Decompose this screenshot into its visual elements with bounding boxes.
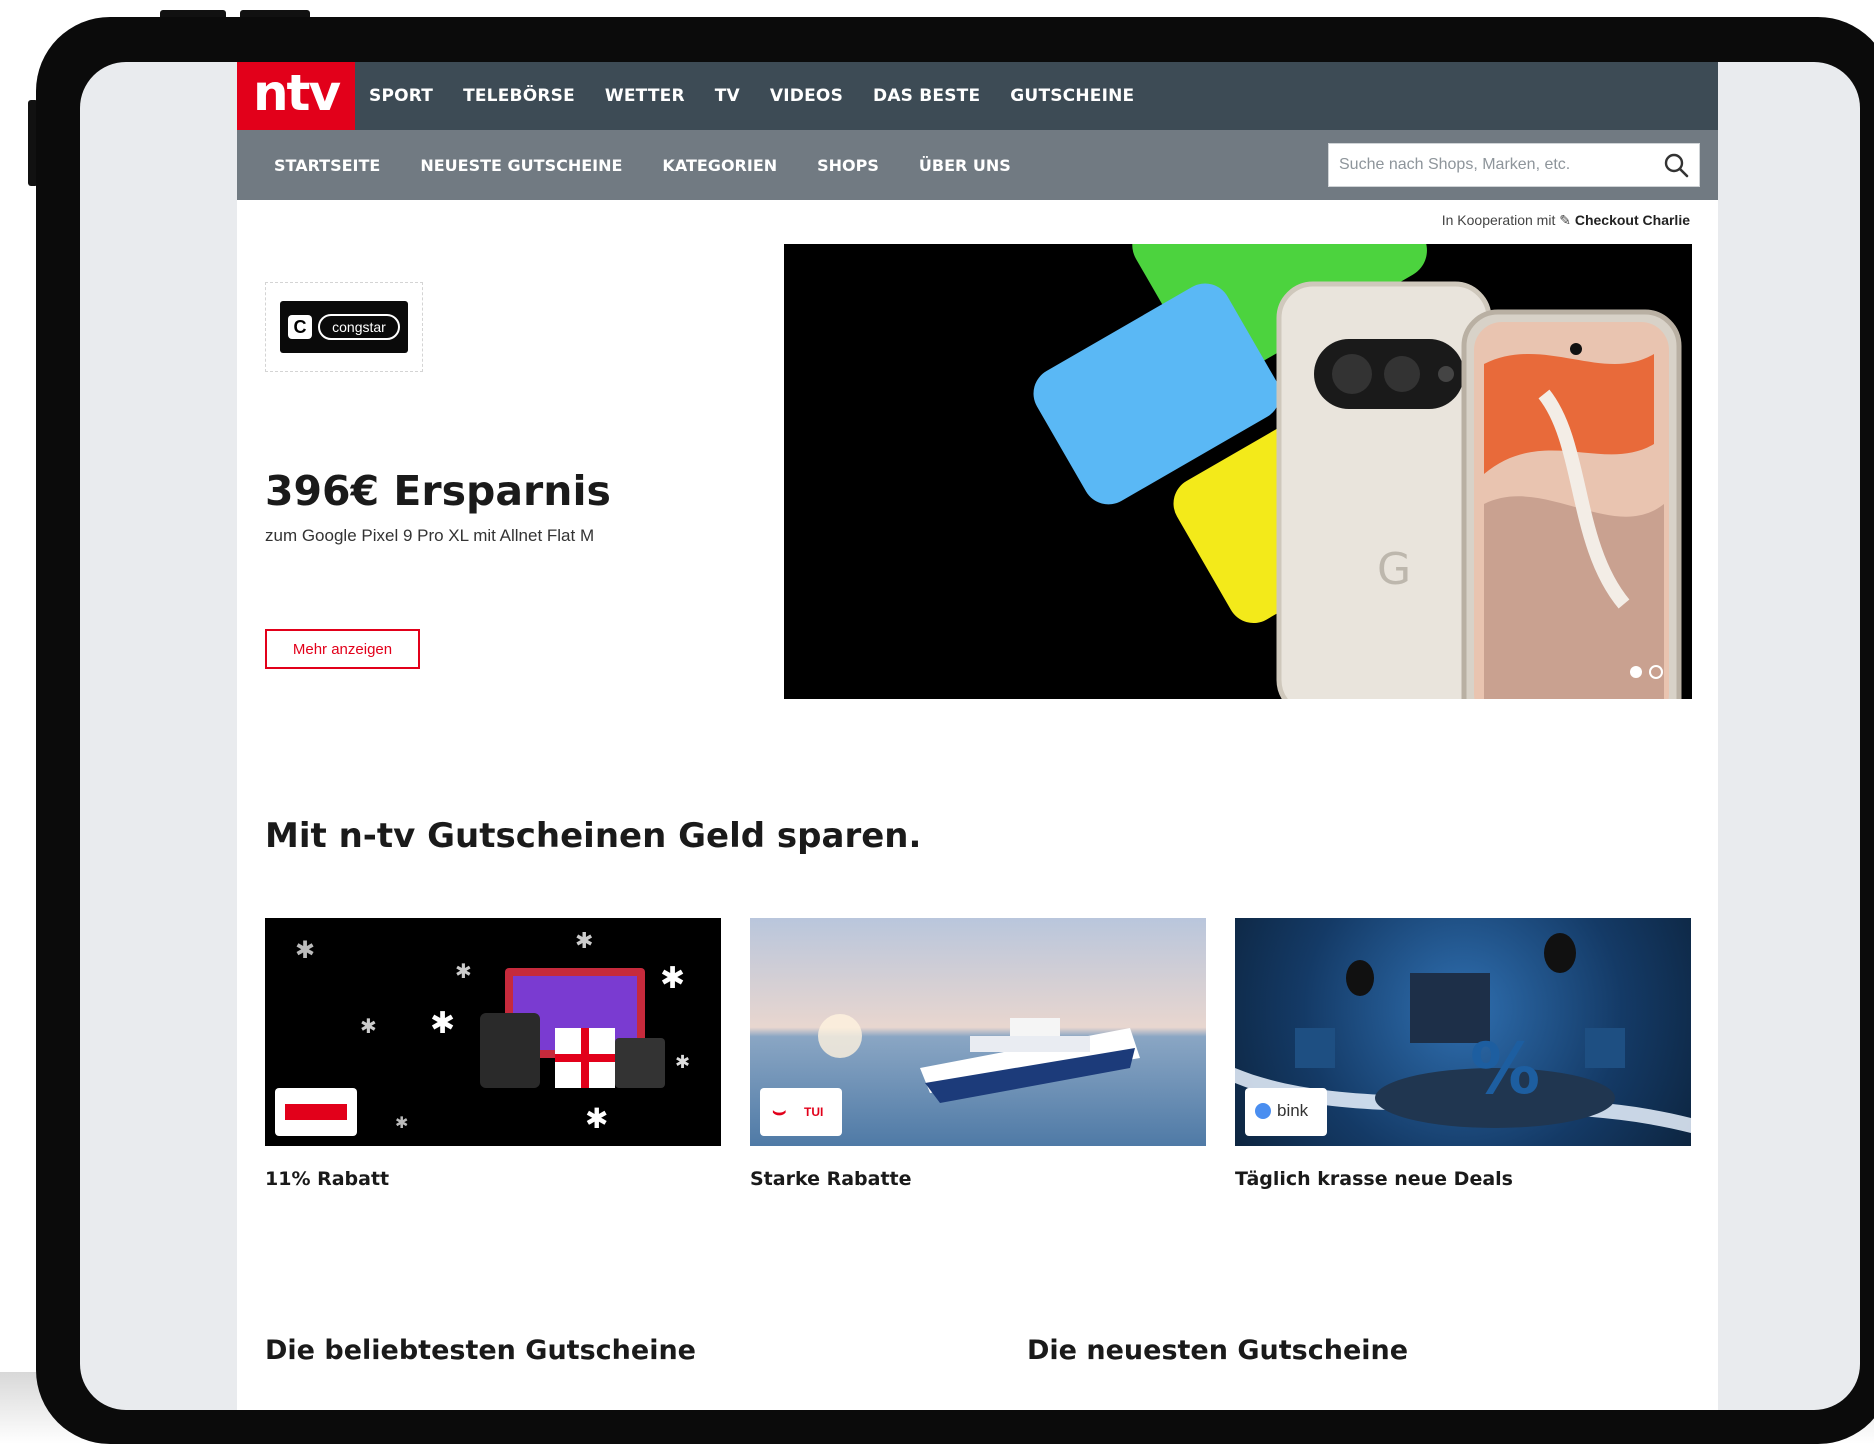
congstar-logo: C congstar — [280, 301, 408, 353]
hero-shop-logo[interactable]: C congstar — [265, 282, 423, 372]
popular-vouchers-heading: Die beliebtesten Gutscheine — [265, 1335, 696, 1366]
bink-logo-text: bink — [1277, 1101, 1309, 1120]
bink-logo-icon — [1255, 1103, 1271, 1119]
carousel-dot-1 — [1630, 666, 1642, 678]
tui-smile-icon: ⌣ — [772, 1098, 787, 1123]
svg-text:✱: ✱ — [675, 1052, 690, 1072]
svg-text:✱: ✱ — [660, 962, 685, 995]
cooperation-prefix: In Kooperation mit — [1441, 212, 1556, 228]
nav-videos[interactable]: VIDEOS — [770, 86, 843, 106]
section-title: Mit n-tv Gutscheinen Geld sparen. — [265, 816, 922, 856]
subnav-shops[interactable]: SHOPS — [817, 156, 879, 175]
deal-label-1: 11% Rabatt — [265, 1168, 390, 1190]
deal-card-1[interactable]: ✱ ✱ ✱ ✱ ✱ ✱ ✱ ✱ ✱ 11% Rabatt — [265, 918, 721, 1190]
subnav-kategorien[interactable]: KATEGORIEN — [662, 156, 777, 175]
web-page: ntv SPORT TELEBÖRSE WETTER TV VIDEOS DAS… — [237, 62, 1718, 1410]
sub-navigation-bar: STARTSEITE NEUESTE GUTSCHEINE KATEGORIEN… — [237, 130, 1718, 200]
tui-logo-text: TUI — [804, 1105, 824, 1119]
nav-gutscheine[interactable]: GUTSCHEINE — [1010, 86, 1134, 106]
top-navigation-bar: ntv SPORT TELEBÖRSE WETTER TV VIDEOS DAS… — [237, 62, 1718, 130]
pixel-phone-illustration: G — [784, 244, 1692, 699]
svg-text:✱: ✱ — [360, 1016, 377, 1038]
deal-label-2: Starke Rabatte — [750, 1168, 912, 1190]
hero-image[interactable]: G — [784, 244, 1692, 699]
svg-text:✱: ✱ — [585, 1103, 608, 1134]
bink-badge: bink — [1245, 1088, 1327, 1136]
svg-text:G: G — [1377, 544, 1411, 595]
hero-title: 396€ Ersparnis — [265, 467, 611, 515]
checkout-charlie-icon: ✎ — [1559, 212, 1571, 228]
cooperation-partner[interactable]: Checkout Charlie — [1575, 212, 1690, 228]
top-nav: SPORT TELEBÖRSE WETTER TV VIDEOS DAS BES… — [369, 62, 1134, 130]
hero-subtitle: zum Google Pixel 9 Pro XL mit Allnet Fla… — [265, 526, 595, 545]
subnav-startseite[interactable]: STARTSEITE — [274, 156, 380, 175]
newest-vouchers-heading: Die neuesten Gutscheine — [1027, 1335, 1409, 1366]
svg-text:✱: ✱ — [430, 1007, 455, 1040]
nav-tv[interactable]: TV — [715, 86, 740, 106]
search-box — [1328, 143, 1700, 187]
nav-das-beste[interactable]: DAS BESTE — [873, 86, 980, 106]
deal-image-2: ⌣ TUI — [750, 918, 1206, 1146]
tui-badge: ⌣ TUI — [760, 1088, 842, 1136]
nav-teleboerse[interactable]: TELEBÖRSE — [463, 86, 575, 106]
deal-image-1: ✱ ✱ ✱ ✱ ✱ ✱ ✱ ✱ ✱ — [265, 918, 721, 1146]
svg-text:✱: ✱ — [455, 961, 472, 983]
subnav-ueber-uns[interactable]: ÜBER UNS — [919, 156, 1011, 175]
svg-text:✱: ✱ — [395, 1115, 408, 1132]
svg-text:%: % — [1470, 1028, 1540, 1110]
cooperation-note: In Kooperation mit ✎ Checkout Charlie — [1442, 212, 1690, 229]
nav-wetter[interactable]: WETTER — [605, 86, 685, 106]
svg-text:✱: ✱ — [295, 937, 315, 964]
deal-badge-1 — [275, 1088, 357, 1136]
mehr-anzeigen-button[interactable]: Mehr anzeigen — [265, 629, 420, 669]
ntv-logo[interactable]: ntv — [237, 62, 355, 130]
sub-nav: STARTSEITE NEUESTE GUTSCHEINE KATEGORIEN… — [274, 130, 1011, 200]
search-icon[interactable] — [1663, 152, 1689, 178]
search-input[interactable] — [1339, 144, 1649, 186]
deal-image-3: % bink — [1235, 918, 1691, 1146]
congstar-wordmark: congstar — [318, 314, 400, 340]
deal-card-3[interactable]: % bink Täglich krasse neue Deals — [1235, 918, 1691, 1190]
deal-label-3: Täglich krasse neue Deals — [1235, 1168, 1513, 1190]
nav-sport[interactable]: SPORT — [369, 86, 433, 106]
svg-text:✱: ✱ — [575, 928, 593, 953]
congstar-c-icon: C — [288, 315, 312, 339]
deal-card-2[interactable]: ⌣ TUI Starke Rabatte — [750, 918, 1206, 1190]
subnav-neueste-gutscheine[interactable]: NEUESTE GUTSCHEINE — [420, 156, 622, 175]
